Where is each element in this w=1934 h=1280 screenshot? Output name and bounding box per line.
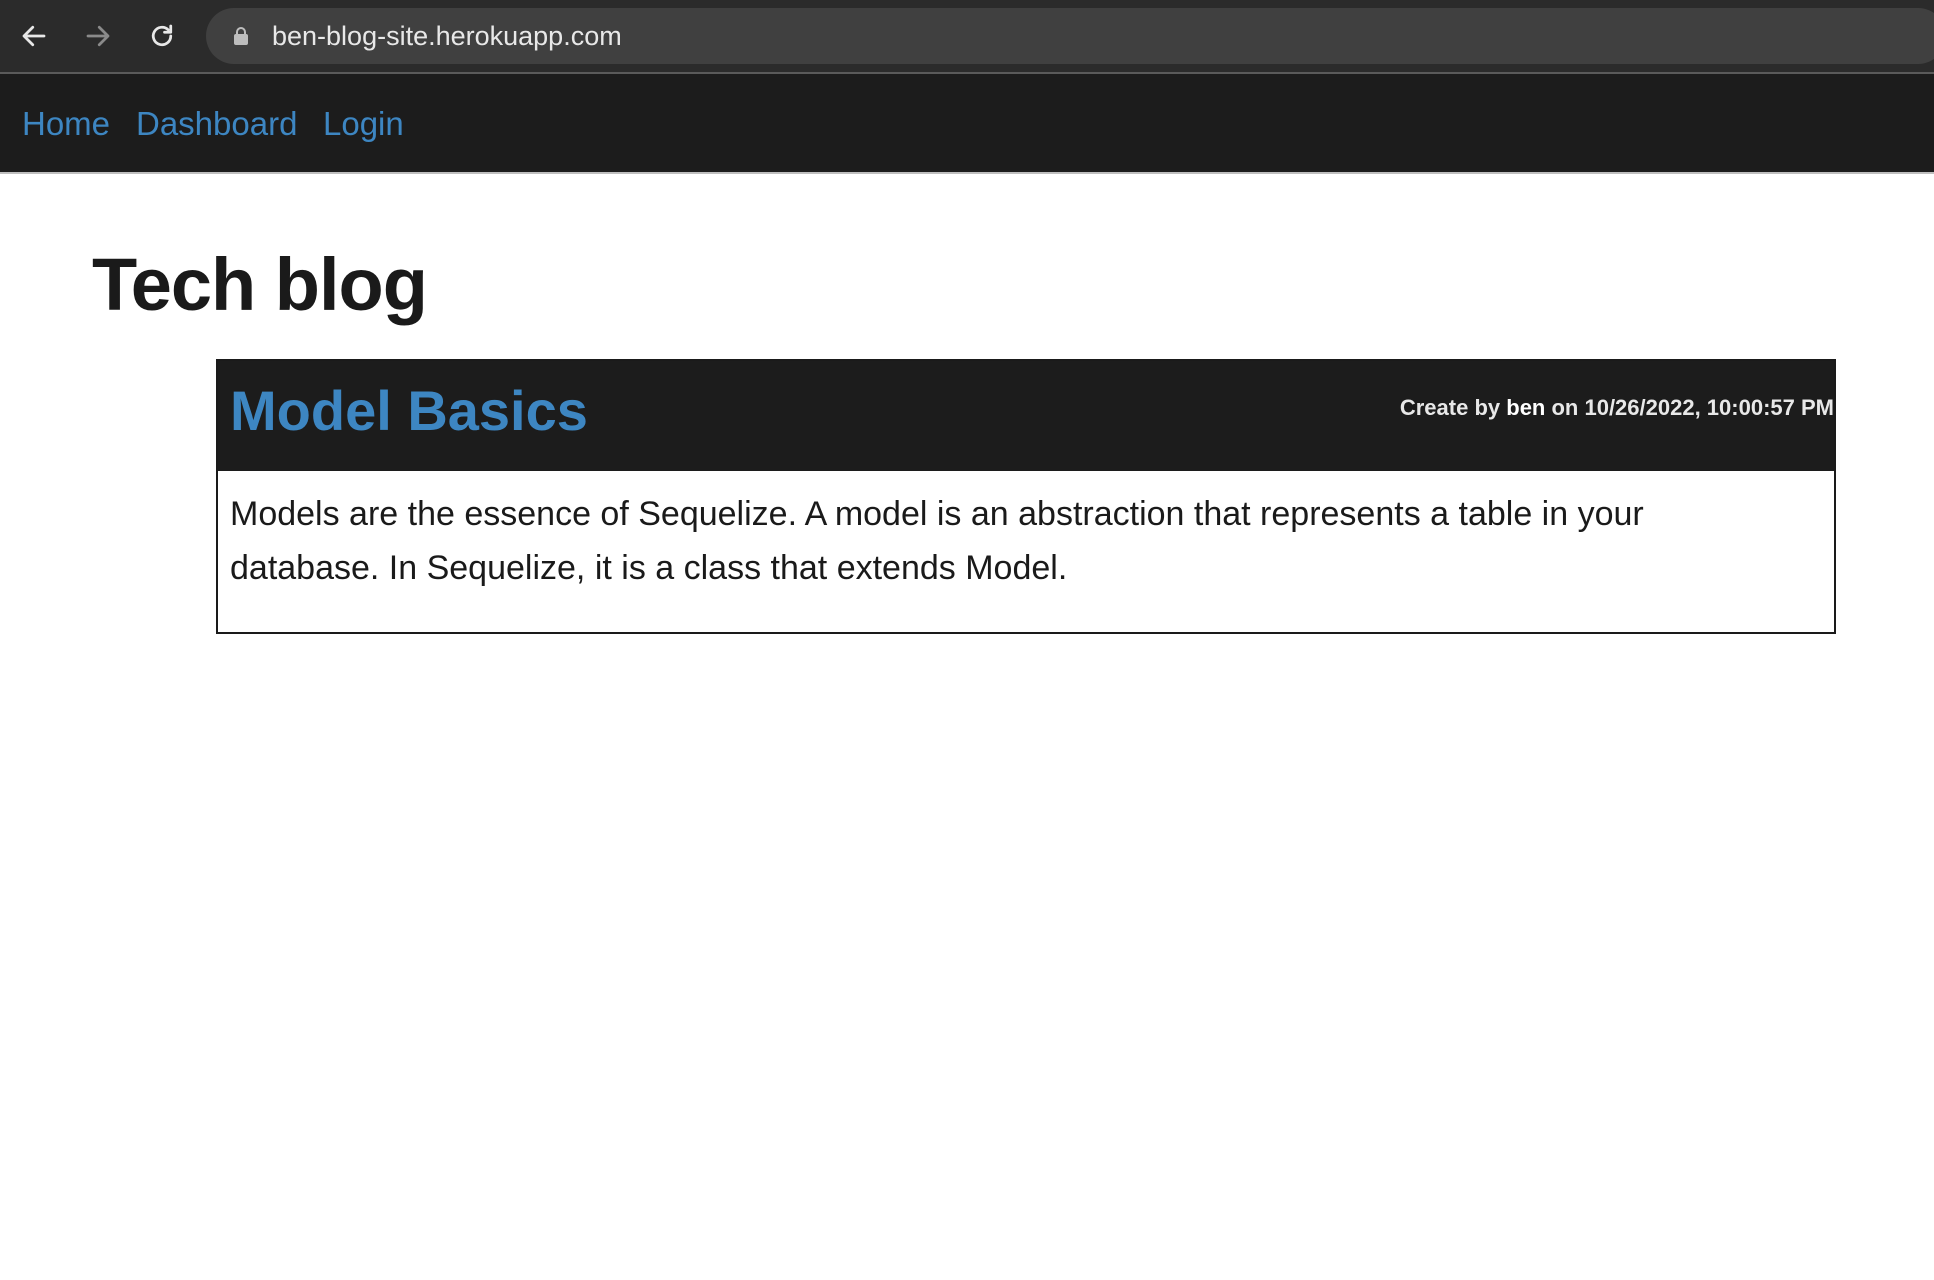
post-author: ben <box>1506 395 1546 420</box>
post-header: Model Basics Create by ben on 10/26/2022… <box>218 361 1834 471</box>
post-meta-prefix: Create by <box>1399 395 1507 420</box>
post-card: Model Basics Create by ben on 10/26/2022… <box>216 359 1836 634</box>
nav-link-dashboard[interactable]: Dashboard <box>136 74 297 174</box>
back-button[interactable] <box>12 14 56 58</box>
post-title-link[interactable]: Model Basics <box>230 361 588 461</box>
post-body: Models are the essence of Sequelize. A m… <box>230 495 1644 587</box>
site-navbar: Home Dashboard Login <box>0 74 1934 174</box>
arrow-right-icon <box>86 25 110 47</box>
nav-link-login[interactable]: Login <box>323 74 404 174</box>
browser-toolbar: ben-blog-site.herokuapp.com <box>0 0 1934 72</box>
post-meta: Create by ben on 10/26/2022, 10:00:57 PM <box>1400 395 1834 421</box>
arrow-left-icon <box>22 25 46 47</box>
forward-button[interactable] <box>76 14 120 58</box>
reload-button[interactable] <box>140 14 184 58</box>
reload-icon <box>151 24 173 47</box>
url-text[interactable]: ben-blog-site.herokuapp.com <box>272 8 622 64</box>
nav-link-home[interactable]: Home <box>22 74 110 174</box>
address-bar[interactable]: ben-blog-site.herokuapp.com <box>206 8 1934 64</box>
post-meta-date: on 10/26/2022, 10:00:57 PM <box>1545 395 1834 420</box>
page-title: Tech blog <box>92 243 428 326</box>
lock-icon <box>234 27 248 45</box>
